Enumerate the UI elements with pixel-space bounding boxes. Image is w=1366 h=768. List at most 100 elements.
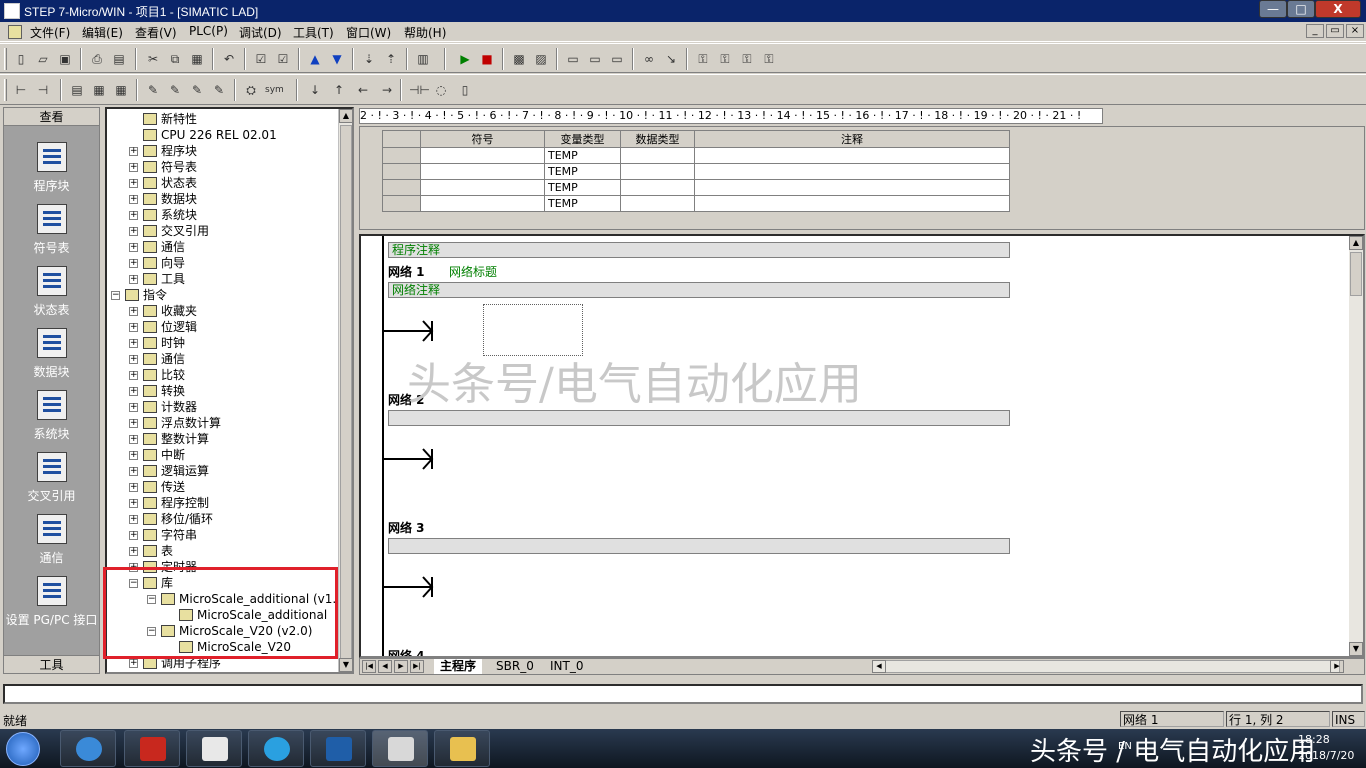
- expand-toggle-icon[interactable]: +: [129, 307, 138, 316]
- toggle-address-icon[interactable]: ▦: [112, 81, 130, 99]
- table-row[interactable]: TEMP: [382, 147, 1010, 164]
- network-comment[interactable]: 网络注释: [388, 282, 1010, 298]
- toolbar-grip[interactable]: [4, 79, 7, 101]
- table-cell[interactable]: [694, 195, 1010, 212]
- table-cell[interactable]: [620, 195, 695, 212]
- nav-status-chart[interactable]: 状态表: [4, 266, 99, 324]
- toolbar-grip[interactable]: [4, 48, 7, 70]
- new-icon[interactable]: ▯: [12, 50, 30, 68]
- table-cell[interactable]: TEMP: [544, 195, 621, 212]
- menu-view[interactable]: 查看(V): [135, 24, 177, 41]
- nav-communications[interactable]: 通信: [4, 514, 99, 572]
- taskbar-ladder[interactable]: [186, 730, 242, 767]
- table-cell[interactable]: [420, 163, 545, 180]
- expand-toggle-icon[interactable]: +: [129, 547, 138, 556]
- bookmark-next-icon[interactable]: ✎: [166, 81, 184, 99]
- expand-toggle-icon[interactable]: +: [129, 435, 138, 444]
- write-all-icon[interactable]: ▭: [608, 50, 626, 68]
- taskbar-step7[interactable]: [372, 730, 428, 767]
- prev-tab-icon[interactable]: ◀: [378, 660, 392, 673]
- line-up-icon[interactable]: ↑: [330, 81, 348, 99]
- sort-ascending-icon[interactable]: ⇣: [360, 50, 378, 68]
- close-button[interactable]: X: [1315, 0, 1361, 18]
- scroll-up-icon[interactable]: ▲: [339, 109, 352, 123]
- run-icon[interactable]: ▶: [456, 50, 474, 68]
- program-comment[interactable]: 程序注释: [388, 242, 1010, 258]
- output-window[interactable]: [3, 684, 1363, 704]
- coil-icon[interactable]: ◌: [432, 81, 450, 99]
- taskbar-pdf[interactable]: [124, 730, 180, 767]
- symbol-info-icon[interactable]: sym: [264, 81, 284, 99]
- unforce-icon[interactable]: ↘: [662, 50, 680, 68]
- expand-toggle-icon[interactable]: +: [129, 387, 138, 396]
- expand-toggle-icon[interactable]: +: [129, 163, 138, 172]
- menu-window[interactable]: 窗口(W): [346, 24, 391, 41]
- table-row[interactable]: TEMP: [382, 179, 1010, 196]
- scroll-thumb[interactable]: [340, 125, 352, 665]
- single-read-icon[interactable]: ▭: [586, 50, 604, 68]
- expand-toggle-icon[interactable]: +: [129, 531, 138, 540]
- expand-toggle-icon[interactable]: +: [129, 467, 138, 476]
- column-header[interactable]: 注释: [694, 130, 1010, 148]
- expand-toggle-icon[interactable]: +: [129, 211, 138, 220]
- options-icon[interactable]: ▥: [414, 50, 432, 68]
- scroll-down-icon[interactable]: ▼: [1349, 642, 1363, 656]
- menu-tools[interactable]: 工具(T): [293, 24, 334, 41]
- bookmark-toggle-icon[interactable]: ✎: [144, 81, 162, 99]
- taskbar-reader[interactable]: [248, 730, 304, 767]
- expand-toggle-icon[interactable]: +: [129, 371, 138, 380]
- expand-toggle-icon[interactable]: +: [129, 659, 138, 668]
- box-icon[interactable]: ▯: [456, 81, 474, 99]
- column-header[interactable]: 变量类型: [544, 130, 621, 148]
- editor-scrollbar[interactable]: ▲ ▼: [1349, 236, 1363, 656]
- table-cell[interactable]: TEMP: [544, 147, 621, 164]
- scroll-up-icon[interactable]: ▲: [1349, 236, 1363, 250]
- menu-debug[interactable]: 调试(D): [239, 24, 282, 41]
- network-label[interactable]: 网络 1: [388, 263, 425, 280]
- table-cell[interactable]: [382, 147, 421, 164]
- table-cell[interactable]: [382, 195, 421, 212]
- table-cell[interactable]: [694, 163, 1010, 180]
- expand-toggle-icon[interactable]: +: [129, 323, 138, 332]
- table-cell[interactable]: [382, 179, 421, 196]
- tab-int-0[interactable]: INT_0: [544, 659, 589, 674]
- delete-network-icon[interactable]: ⊣: [34, 81, 52, 99]
- paste-icon[interactable]: ▦: [188, 50, 206, 68]
- status-chart-icon[interactable]: ▨: [532, 50, 550, 68]
- upload-icon[interactable]: ▲: [306, 50, 324, 68]
- mdi-close-button[interactable]: ×: [1346, 24, 1364, 38]
- copy-icon[interactable]: ⧉: [166, 50, 184, 68]
- ladder-editor[interactable]: 程序注释 网络 1 网络标题 网络注释 网络 2 网络 3 网络 4 头条号/电…: [359, 234, 1365, 658]
- download-icon[interactable]: ▼: [328, 50, 346, 68]
- lock-icon[interactable]: ⚿: [694, 50, 712, 68]
- table-cell[interactable]: [420, 179, 545, 196]
- open-icon[interactable]: ▱: [34, 50, 52, 68]
- tab-main-program[interactable]: 主程序: [434, 659, 483, 674]
- scroll-thumb[interactable]: [1350, 252, 1362, 296]
- last-tab-icon[interactable]: ▶|: [410, 660, 424, 673]
- minimize-button[interactable]: —: [1259, 0, 1287, 18]
- nav-system-block[interactable]: 系统块: [4, 390, 99, 448]
- binoculars-icon[interactable]: ∞: [640, 50, 658, 68]
- taskbar-explorer[interactable]: [434, 730, 490, 767]
- expand-toggle-icon[interactable]: +: [129, 403, 138, 412]
- table-row[interactable]: TEMP: [382, 163, 1010, 180]
- clock-time[interactable]: 18:28: [1298, 733, 1330, 746]
- print-preview-icon[interactable]: ▤: [110, 50, 128, 68]
- undo-icon[interactable]: ↶: [220, 50, 238, 68]
- nav-footer[interactable]: 工具: [4, 655, 99, 673]
- program-status-icon[interactable]: ▩: [510, 50, 528, 68]
- table-cell[interactable]: [620, 163, 695, 180]
- table-cell[interactable]: TEMP: [544, 163, 621, 180]
- network-label[interactable]: 网络 4: [388, 647, 425, 656]
- scroll-right-icon[interactable]: ▶: [1330, 660, 1344, 673]
- contact-icon[interactable]: ⊣⊢: [408, 81, 430, 99]
- nav-cross-reference[interactable]: 交叉引用: [4, 452, 99, 510]
- maximize-button[interactable]: □: [1287, 0, 1315, 18]
- expand-toggle-icon[interactable]: +: [129, 259, 138, 268]
- expand-toggle-icon[interactable]: +: [129, 419, 138, 428]
- scroll-down-icon[interactable]: ▼: [339, 658, 352, 672]
- tab-sbr-0[interactable]: SBR_0: [490, 659, 540, 674]
- expand-toggle-icon[interactable]: −: [111, 291, 120, 300]
- language-indicator[interactable]: EN: [1118, 741, 1132, 752]
